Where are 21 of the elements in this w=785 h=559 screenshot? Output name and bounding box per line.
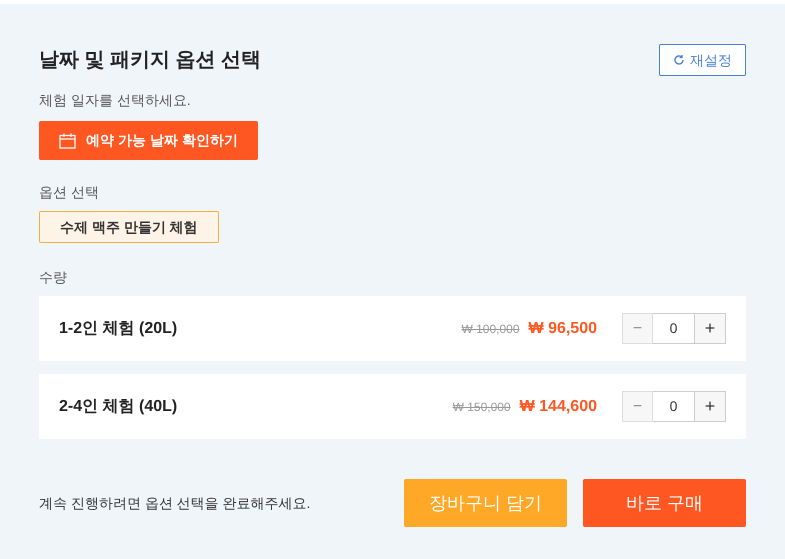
option-chip[interactable]: 수제 맥주 만들기 체험 [39, 211, 219, 243]
buy-now-button[interactable]: 바로 구매 [583, 479, 746, 527]
refresh-icon [673, 54, 685, 66]
sale-price: ₩ 96,500 [528, 318, 597, 338]
package-name: 2-4인 체험 (40L) [59, 396, 178, 416]
original-price: ₩ 100,000 [461, 320, 520, 338]
increase-button[interactable]: + [694, 391, 726, 422]
option-label: 옵션 선택 [39, 183, 100, 202]
calendar-icon [59, 132, 76, 148]
quantity-field[interactable]: 0 [653, 391, 694, 422]
footer-note: 계속 진행하려면 옵션 선택을 완료해주세요. [39, 494, 312, 512]
check-dates-button[interactable]: 예약 가능 날짜 확인하기 [39, 121, 258, 160]
original-price: ₩ 150,000 [452, 398, 511, 416]
section-title: 날짜 및 패키지 옵션 선택 [39, 48, 262, 73]
package-name: 1-2인 체험 (20L) [59, 318, 178, 338]
quantity-label: 수량 [39, 268, 68, 287]
date-prompt: 체험 일자를 선택하세요. [39, 91, 192, 110]
increase-button[interactable]: + [694, 313, 726, 344]
reset-button[interactable]: 재설정 [659, 44, 746, 76]
quantity-field[interactable]: 0 [653, 313, 694, 344]
sale-price: ₩ 144,600 [520, 396, 597, 416]
